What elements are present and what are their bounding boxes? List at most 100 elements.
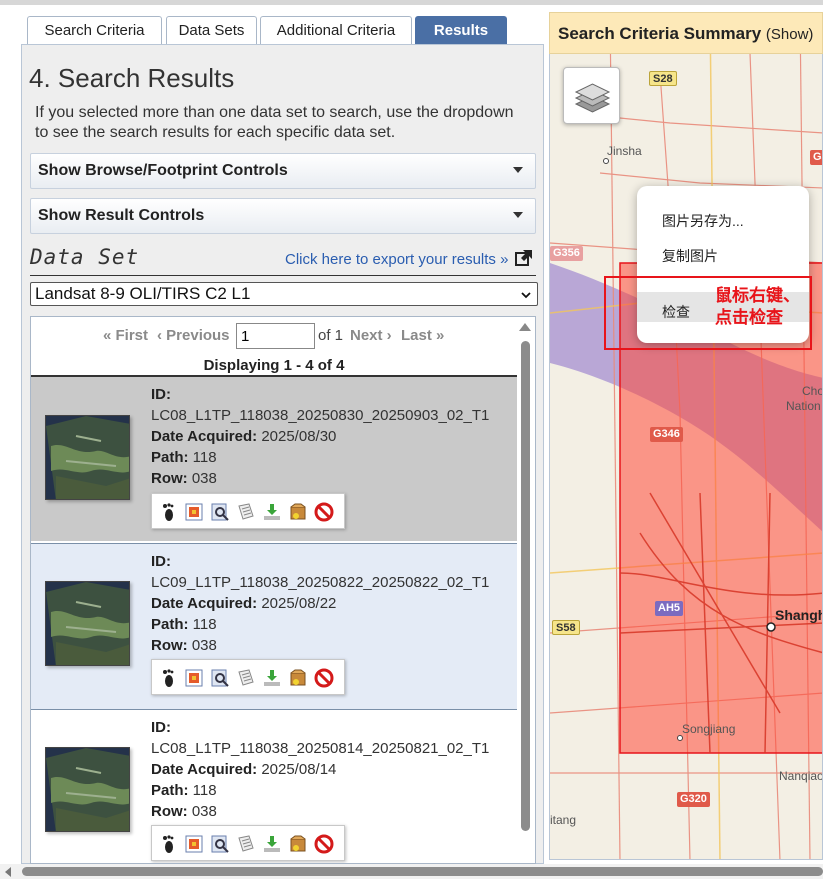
menu-item-save-image[interactable]: 图片另存为...	[662, 211, 744, 231]
browse-thumbnail[interactable]	[45, 581, 130, 666]
metadata-icon[interactable]	[236, 502, 256, 522]
order-icon[interactable]	[288, 502, 308, 522]
result-row[interactable]: ID: LC09_L1TP_118038_20250822_20250822_0…	[31, 543, 517, 709]
footprint-icon[interactable]	[158, 502, 178, 522]
result-metadata: ID: LC08_L1TP_118038_20250830_20250903_0…	[151, 384, 489, 489]
pager-next[interactable]: Next ›	[350, 327, 392, 344]
map-layers-button[interactable]	[563, 67, 620, 124]
map-label-nation: Nation	[786, 399, 821, 413]
road-badge-ah5: AH5	[655, 601, 684, 616]
tab-search-criteria[interactable]: Search Criteria	[27, 16, 162, 45]
metadata-icon[interactable]	[236, 834, 256, 854]
browse-footprint-controls-toggle[interactable]: Show Browse/Footprint Controls	[30, 153, 536, 189]
caret-down-icon	[513, 212, 523, 218]
exclude-icon[interactable]	[314, 668, 334, 688]
tab-data-sets[interactable]: Data Sets	[166, 16, 257, 45]
chevron-down-icon	[521, 292, 531, 299]
results-count: Displaying 1 - 4 of 4	[203, 357, 345, 374]
scrollbar-thumb[interactable]	[22, 867, 823, 876]
map-view[interactable]: Jinsha Shangh Songjiang Nanqiao Cho Nati…	[549, 12, 823, 860]
download-icon[interactable]	[262, 834, 282, 854]
map-label-nanqiao: Nanqiao	[779, 769, 823, 783]
pager-last[interactable]: Last »	[401, 327, 444, 344]
path-label: Path:	[151, 449, 189, 466]
date-acquired: 2025/08/14	[261, 761, 337, 778]
download-icon[interactable]	[262, 502, 282, 522]
date-label: Date Acquired:	[151, 761, 258, 778]
footprint-icon[interactable]	[158, 668, 178, 688]
tab-results[interactable]: Results	[415, 16, 507, 45]
page-number-input[interactable]	[236, 323, 315, 349]
results-vertical-scrollbar[interactable]	[517, 321, 532, 861]
scroll-up-icon[interactable]	[519, 323, 531, 331]
overlay-icon[interactable]	[184, 668, 204, 688]
dataset-divider	[30, 275, 536, 276]
compare-icon[interactable]	[210, 502, 230, 522]
footprint-icon[interactable]	[158, 834, 178, 854]
scroll-left-icon[interactable]	[5, 867, 11, 877]
date-acquired: 2025/08/22	[261, 595, 337, 612]
caret-down-icon	[513, 167, 523, 173]
path-label: Path:	[151, 782, 189, 799]
map-title-text: Search Criteria Summary	[558, 24, 762, 43]
download-icon[interactable]	[262, 668, 282, 688]
date-label: Date Acquired:	[151, 428, 258, 445]
result-toolbar	[151, 659, 345, 695]
road-badge-g3: G3	[810, 150, 822, 165]
export-results-link[interactable]: Click here to export your results »	[285, 251, 508, 268]
row-label: Row:	[151, 637, 188, 654]
pager-previous[interactable]: ‹ Previous	[157, 327, 230, 344]
dataset-select-value: Landsat 8-9 OLI/TIRS C2 L1	[35, 284, 251, 303]
dataset-label: Data Set	[30, 245, 140, 269]
row-value: 038	[191, 637, 217, 654]
order-icon[interactable]	[288, 668, 308, 688]
map-header: Search Criteria Summary (Show)	[549, 12, 823, 54]
path-value: 118	[192, 782, 217, 799]
browse-footprint-controls-label: Show Browse/Footprint Controls	[38, 162, 288, 179]
metadata-icon[interactable]	[236, 668, 256, 688]
compare-icon[interactable]	[210, 834, 230, 854]
map-label-songjiang: Songjiang	[682, 722, 736, 736]
result-row[interactable]: ID: LC08_L1TP_118038_20250830_20250903_0…	[31, 375, 517, 541]
order-icon[interactable]	[288, 834, 308, 854]
row-value: 038	[191, 803, 217, 820]
road-badge-g320: G320	[677, 792, 710, 807]
page-title: 4. Search Results	[29, 63, 235, 93]
result-metadata: ID: LC09_L1TP_118038_20250822_20250822_0…	[151, 551, 489, 656]
pager-first[interactable]: « First	[103, 327, 148, 344]
result-id: LC08_L1TP_118038_20250830_20250903_02_T1	[151, 407, 490, 424]
map-label-jinsha: Jinsha	[607, 144, 642, 158]
external-link-icon[interactable]	[515, 249, 533, 267]
search-criteria-summary-title: Search Criteria Summary (Show)	[558, 24, 813, 44]
result-id: LC09_L1TP_118038_20250822_20250822_02_T1	[151, 574, 490, 591]
pagination: « First ‹ Previous of 1 Next › Last »	[31, 323, 517, 351]
compare-icon[interactable]	[210, 668, 230, 688]
pager-of-pages: of 1	[318, 327, 344, 344]
path-label: Path:	[151, 616, 189, 633]
layers-icon	[574, 83, 611, 113]
browse-thumbnail[interactable]	[45, 415, 130, 500]
annotation-text: 鼠标右键、 点击检查	[715, 285, 815, 329]
intro-text: If you selected more than one data set t…	[35, 104, 514, 141]
annotation-line-1: 鼠标右键、	[715, 286, 800, 305]
scrollbar-thumb[interactable]	[521, 341, 530, 831]
row-value: 038	[191, 470, 217, 487]
path-value: 118	[192, 616, 217, 633]
path-value: 118	[192, 449, 217, 466]
exclude-icon[interactable]	[314, 502, 334, 522]
date-label: Date Acquired:	[151, 595, 258, 612]
menu-item-copy-image[interactable]: 复制图片	[662, 246, 718, 266]
overlay-icon[interactable]	[184, 502, 204, 522]
result-controls-toggle[interactable]: Show Result Controls	[30, 198, 536, 234]
show-summary-link[interactable]: (Show)	[766, 26, 814, 43]
row-label: Row:	[151, 470, 188, 487]
page-horizontal-scrollbar[interactable]	[0, 864, 823, 879]
road-badge-g346: G346	[650, 427, 683, 442]
map-label-cho: Cho	[802, 384, 823, 398]
result-row[interactable]: ID: LC08_L1TP_118038_20250814_20250821_0…	[31, 709, 517, 863]
dataset-select[interactable]: Landsat 8-9 OLI/TIRS C2 L1	[30, 282, 538, 306]
tab-additional-criteria[interactable]: Additional Criteria	[260, 16, 412, 45]
overlay-icon[interactable]	[184, 834, 204, 854]
browse-thumbnail[interactable]	[45, 747, 130, 832]
exclude-icon[interactable]	[314, 834, 334, 854]
